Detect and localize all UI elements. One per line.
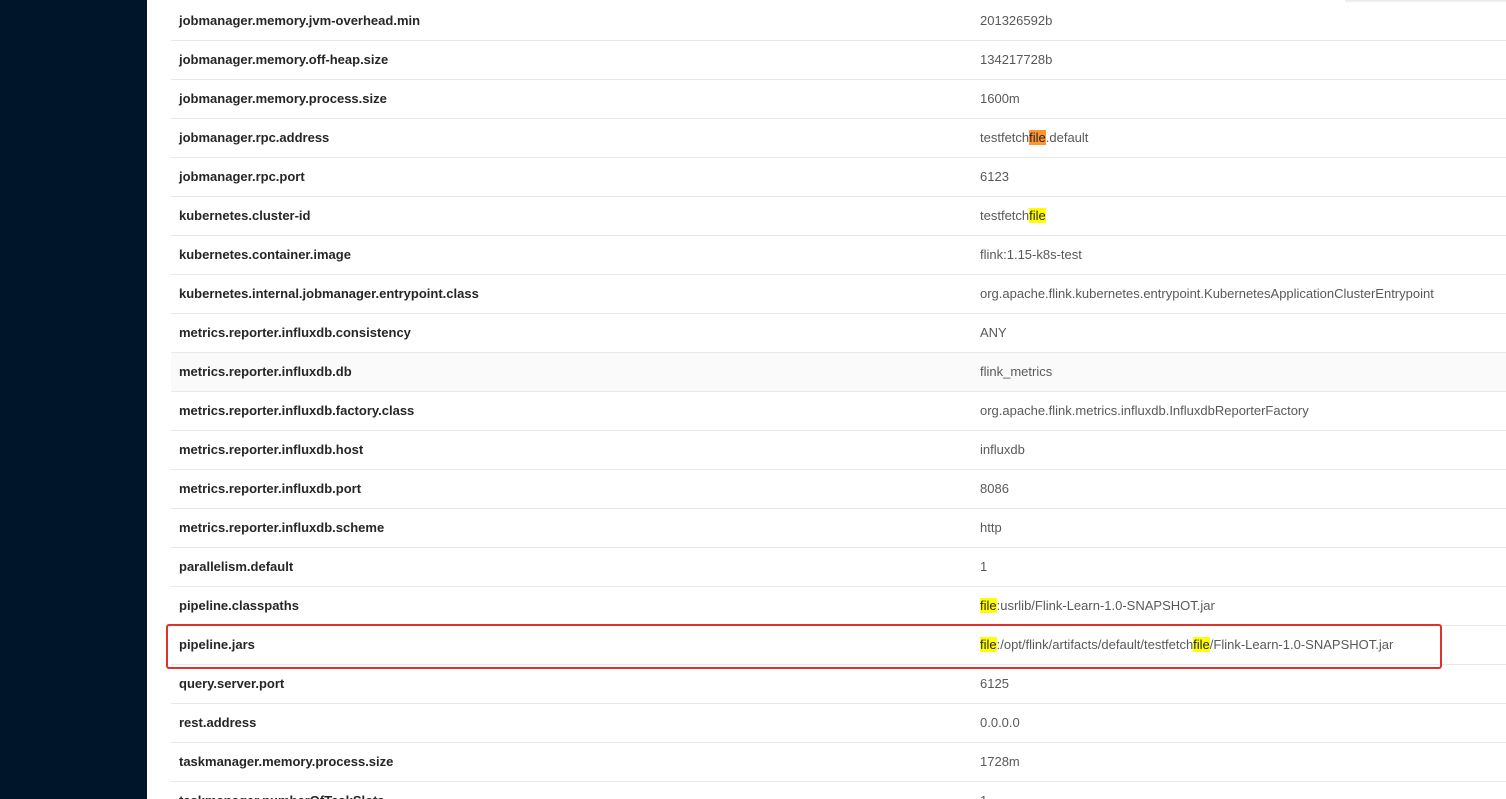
- config-key: metrics.reporter.influxdb.scheme: [179, 520, 385, 535]
- config-key: query.server.port: [179, 676, 285, 691]
- table-row: jobmanager.memory.off-heap.size 134217728…: [171, 41, 1506, 80]
- config-value: 1728m: [980, 743, 1020, 781]
- config-key: metrics.reporter.influxdb.factory.class: [179, 403, 415, 418]
- config-key: jobmanager.memory.process.size: [179, 91, 387, 106]
- value-text: 134217728b: [980, 52, 1053, 67]
- config-value: org.apache.flink.kubernetes.entrypoint.K…: [980, 275, 1434, 313]
- value-text: 8086: [980, 481, 1009, 496]
- value-text: /Flink-Learn-1.0-SNAPSHOT.jar: [1209, 637, 1394, 652]
- current-search-match: file: [1029, 130, 1046, 145]
- table-row: kubernetes.container.image flink:1.15-k8s…: [171, 236, 1506, 275]
- value-text: 1728m: [980, 754, 1020, 769]
- value-text: .default: [1045, 130, 1089, 145]
- table-row: rest.address 0.0.0.0: [171, 704, 1506, 743]
- value-text: testfetch: [980, 130, 1030, 145]
- config-value: flink:1.15-k8s-test: [980, 236, 1082, 274]
- config-value: testfetchfile.default: [980, 119, 1088, 157]
- config-key: kubernetes.cluster-id: [179, 208, 311, 223]
- value-text: 1: [980, 793, 987, 799]
- config-value: 6125: [980, 665, 1009, 703]
- config-value: testfetchfile: [980, 197, 1046, 235]
- table-row: metrics.reporter.influxdb.port 8086: [171, 470, 1506, 509]
- config-value: ANY: [980, 314, 1007, 352]
- value-text: 201326592b: [980, 13, 1053, 28]
- value-text: flink:1.15-k8s-test: [980, 247, 1082, 262]
- table-row: metrics.reporter.influxdb.host influxdb: [171, 431, 1506, 470]
- config-value: 0.0.0.0: [980, 704, 1020, 742]
- search-match: file: [1029, 208, 1046, 223]
- value-text: :/opt/flink/artifacts/default/testfetch: [996, 637, 1194, 652]
- config-key: parallelism.default: [179, 559, 294, 574]
- config-value: 1600m: [980, 80, 1020, 118]
- configuration-table: jobmanager.memory.jvm-overhead.min 201326…: [171, 2, 1506, 799]
- config-key: pipeline.classpaths: [179, 598, 299, 613]
- config-key: metrics.reporter.influxdb.port: [179, 481, 362, 496]
- config-key: metrics.reporter.influxdb.consistency: [179, 325, 411, 340]
- table-row: taskmanager.numberOfTaskSlots 1: [171, 782, 1506, 799]
- table-row: kubernetes.internal.jobmanager.entrypoin…: [171, 275, 1506, 314]
- value-text: org.apache.flink.kubernetes.entrypoint.K…: [980, 286, 1434, 301]
- config-key: rest.address: [179, 715, 257, 730]
- config-value: file:usrlib/Flink-Learn-1.0-SNAPSHOT.jar: [980, 587, 1215, 625]
- table-row: metrics.reporter.influxdb.scheme http: [171, 509, 1506, 548]
- table-row: metrics.reporter.influxdb.db flink_metric…: [171, 353, 1506, 392]
- value-text: http: [980, 520, 1002, 535]
- table-row: metrics.reporter.influxdb.consistency ANY: [171, 314, 1506, 353]
- table-row: pipeline.jars file:/opt/flink/artifacts/d…: [171, 626, 1506, 665]
- config-value: file:/opt/flink/artifacts/default/testfe…: [980, 626, 1393, 664]
- table-row: kubernetes.cluster-id testfetchfile: [171, 197, 1506, 236]
- table-row: pipeline.classpaths file:usrlib/Flink-Lea…: [171, 587, 1506, 626]
- config-key: jobmanager.memory.off-heap.size: [179, 52, 389, 67]
- value-text: 1600m: [980, 91, 1020, 106]
- config-key: taskmanager.numberOfTaskSlots: [179, 782, 385, 799]
- value-text: 0.0.0.0: [980, 715, 1020, 730]
- config-value: org.apache.flink.metrics.influxdb.Influx…: [980, 392, 1309, 430]
- table-row: query.server.port 6125: [171, 665, 1506, 704]
- config-value: 1: [980, 548, 987, 586]
- config-key: jobmanager.rpc.address: [179, 130, 330, 145]
- search-match: file: [980, 637, 997, 652]
- config-value: flink_metrics: [980, 353, 1052, 391]
- value-text: 6125: [980, 676, 1009, 691]
- value-text: :usrlib/Flink-Learn-1.0-SNAPSHOT.jar: [996, 598, 1215, 613]
- config-key: taskmanager.memory.process.size: [179, 754, 394, 769]
- config-value: 1: [980, 782, 987, 799]
- table-row: jobmanager.memory.jvm-overhead.min 201326…: [171, 2, 1506, 41]
- config-key: jobmanager.rpc.port: [179, 169, 305, 184]
- search-match: file: [980, 598, 997, 613]
- value-text: 1: [980, 559, 988, 574]
- value-text: org.apache.flink.metrics.influxdb.Influx…: [980, 403, 1309, 418]
- config-key: kubernetes.container.image: [179, 247, 351, 262]
- search-match: file: [1193, 637, 1210, 652]
- value-text: 6123: [980, 169, 1009, 184]
- table-row: taskmanager.memory.process.size 1728m: [171, 743, 1506, 782]
- value-text: testfetch: [980, 208, 1030, 223]
- config-value: 6123: [980, 158, 1009, 196]
- config-key: metrics.reporter.influxdb.db: [179, 364, 352, 379]
- main-content: jobmanager.memory.jvm-overhead.min 201326…: [147, 0, 1506, 799]
- value-text: flink_metrics: [980, 364, 1053, 379]
- table-row: jobmanager.memory.process.size 1600m: [171, 80, 1506, 119]
- value-text: ANY: [980, 325, 1007, 340]
- config-value: 201326592b: [980, 2, 1052, 40]
- table-row: jobmanager.rpc.address testfetchfile.defa…: [171, 119, 1506, 158]
- table-row: parallelism.default 1: [171, 548, 1506, 587]
- value-text: influxdb: [980, 442, 1025, 457]
- table-row: jobmanager.rpc.port 6123: [171, 158, 1506, 197]
- table-row: metrics.reporter.influxdb.factory.class o…: [171, 392, 1506, 431]
- config-key: metrics.reporter.influxdb.host: [179, 442, 364, 457]
- config-key: kubernetes.internal.jobmanager.entrypoin…: [179, 286, 479, 301]
- config-value: influxdb: [980, 431, 1025, 469]
- config-key: pipeline.jars: [179, 637, 255, 652]
- config-value: http: [980, 509, 1002, 547]
- config-value: 134217728b: [980, 41, 1052, 79]
- config-value: 8086: [980, 470, 1009, 508]
- sidebar: [0, 0, 147, 799]
- config-key: jobmanager.memory.jvm-overhead.min: [179, 13, 421, 28]
